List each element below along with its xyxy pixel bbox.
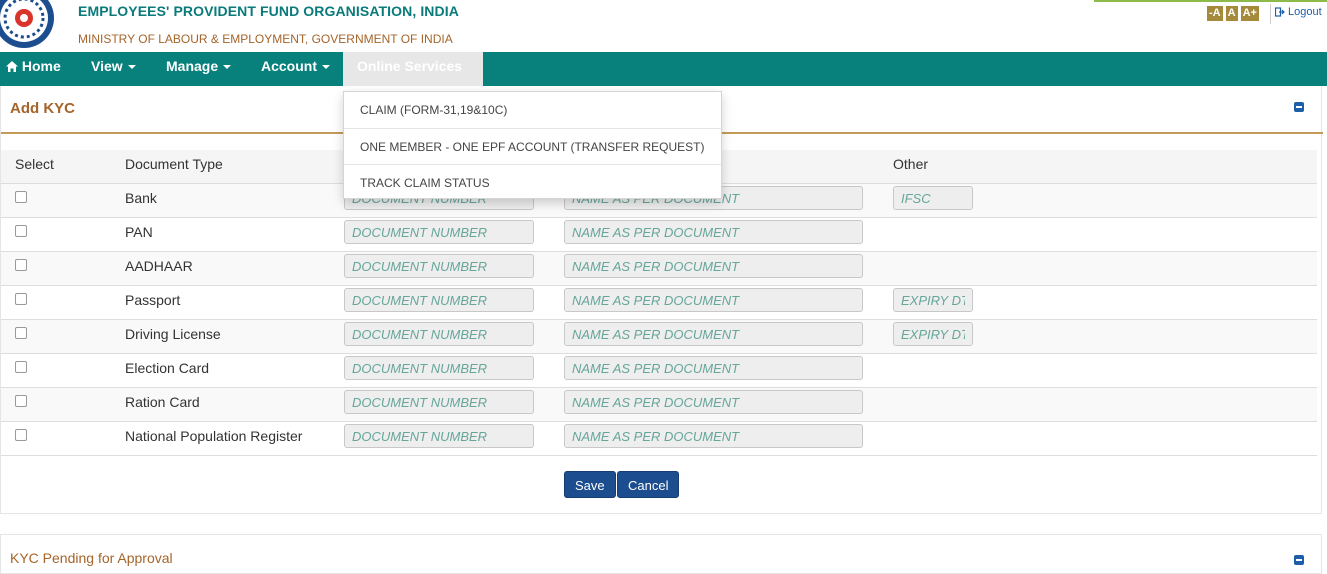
document-type: Driving License — [125, 326, 221, 342]
document-type: National Population Register — [125, 428, 303, 444]
name-as-per-document-input[interactable] — [564, 356, 863, 380]
document-number-input[interactable] — [344, 220, 534, 244]
collapse-icon[interactable] — [1294, 102, 1304, 112]
nav-view[interactable]: View — [91, 52, 136, 86]
select-checkbox[interactable] — [15, 395, 27, 407]
home-icon — [6, 61, 18, 72]
name-as-per-document-input[interactable] — [564, 390, 863, 414]
select-checkbox[interactable] — [15, 293, 27, 305]
document-number-input[interactable] — [344, 390, 534, 414]
nav-account-label: Account — [261, 58, 317, 74]
logout-label: Logout — [1288, 6, 1322, 18]
document-number-input[interactable] — [344, 322, 534, 346]
font-decrease-button[interactable]: -A — [1207, 6, 1223, 21]
logout-icon — [1275, 7, 1285, 17]
main-navbar: Home View Manage Account Online Services — [0, 52, 1327, 99]
name-as-per-document-input[interactable] — [564, 288, 863, 312]
document-number-input[interactable] — [344, 356, 534, 380]
select-checkbox[interactable] — [15, 429, 27, 441]
menu-item-track-claim-status[interactable]: TRACK CLAIM STATUS — [344, 164, 721, 200]
table-row: Passport — [1, 286, 1317, 320]
caret-down-icon — [127, 65, 136, 70]
site-header: EMPLOYEES' PROVIDENT FUND ORGANISATION, … — [0, 0, 1327, 52]
name-as-per-document-input[interactable] — [564, 220, 863, 244]
select-checkbox[interactable] — [15, 361, 27, 373]
document-type: Passport — [125, 292, 181, 308]
select-checkbox[interactable] — [15, 225, 27, 237]
document-number-input[interactable] — [344, 254, 534, 278]
table-row: PAN — [1, 218, 1317, 252]
ifsc-input[interactable] — [893, 186, 973, 210]
name-as-per-document-input[interactable] — [564, 424, 863, 448]
caret-down-icon — [223, 65, 232, 70]
caret-down-icon — [322, 65, 330, 70]
font-increase-button[interactable]: A+ — [1240, 6, 1259, 21]
kyc-pending-panel: KYC Pending for Approval — [0, 534, 1322, 574]
nav-account[interactable]: Account — [261, 52, 330, 86]
table-row: Election Card — [1, 354, 1317, 388]
epfo-logo-icon — [0, 0, 54, 48]
top-accent-line — [1094, 0, 1327, 2]
nav-online-services[interactable]: Online Services — [343, 52, 483, 99]
table-row: Ration Card — [1, 388, 1317, 422]
nav-home[interactable]: Home — [6, 52, 61, 86]
table-row: AADHAAR — [1, 252, 1317, 286]
font-normal-button[interactable]: A — [1225, 6, 1238, 21]
column-header-other: Other — [893, 156, 929, 172]
header-divider — [1270, 4, 1271, 24]
name-as-per-document-input[interactable] — [564, 254, 863, 278]
select-checkbox[interactable] — [15, 327, 27, 339]
menu-item-claim[interactable]: CLAIM (FORM-31,19&10C) — [344, 92, 721, 128]
menu-item-transfer-request[interactable]: ONE MEMBER - ONE EPF ACCOUNT (TRANSFER R… — [344, 128, 721, 164]
logout-link[interactable]: Logout — [1275, 6, 1322, 18]
cancel-button[interactable]: Cancel — [617, 471, 680, 498]
font-size-controls: -A A A+ — [1207, 6, 1259, 21]
document-type: Ration Card — [125, 394, 200, 410]
nav-online-services-label: Online Services — [357, 58, 463, 74]
panel-title: Add KYC — [10, 100, 75, 117]
column-header-select: Select — [15, 156, 54, 172]
table-row: National Population Register — [1, 422, 1317, 456]
document-type: PAN — [125, 224, 153, 240]
org-subtitle: MINISTRY OF LABOUR & EMPLOYMENT, GOVERNM… — [78, 32, 453, 46]
nav-home-label: Home — [21, 58, 61, 74]
nav-view-label: View — [91, 58, 123, 74]
nav-manage[interactable]: Manage — [166, 52, 232, 86]
expiry-date-input[interactable] — [893, 288, 973, 312]
save-button[interactable]: Save — [564, 471, 616, 498]
column-header-document-type: Document Type — [125, 156, 223, 172]
panel-title: KYC Pending for Approval — [10, 550, 173, 566]
expiry-date-input[interactable] — [893, 322, 973, 346]
document-number-input[interactable] — [344, 288, 534, 312]
document-number-input[interactable] — [344, 424, 534, 448]
document-type: AADHAAR — [125, 258, 193, 274]
name-as-per-document-input[interactable] — [564, 322, 863, 346]
collapse-icon[interactable] — [1294, 555, 1304, 565]
nav-manage-label: Manage — [166, 58, 219, 74]
select-checkbox[interactable] — [15, 259, 27, 271]
table-row: Driving License — [1, 320, 1317, 354]
document-type: Bank — [125, 190, 157, 206]
online-services-dropdown: CLAIM (FORM-31,19&10C) ONE MEMBER - ONE … — [343, 91, 722, 199]
select-checkbox[interactable] — [15, 191, 27, 203]
org-title: EMPLOYEES' PROVIDENT FUND ORGANISATION, … — [78, 3, 459, 19]
document-type: Election Card — [125, 360, 210, 376]
